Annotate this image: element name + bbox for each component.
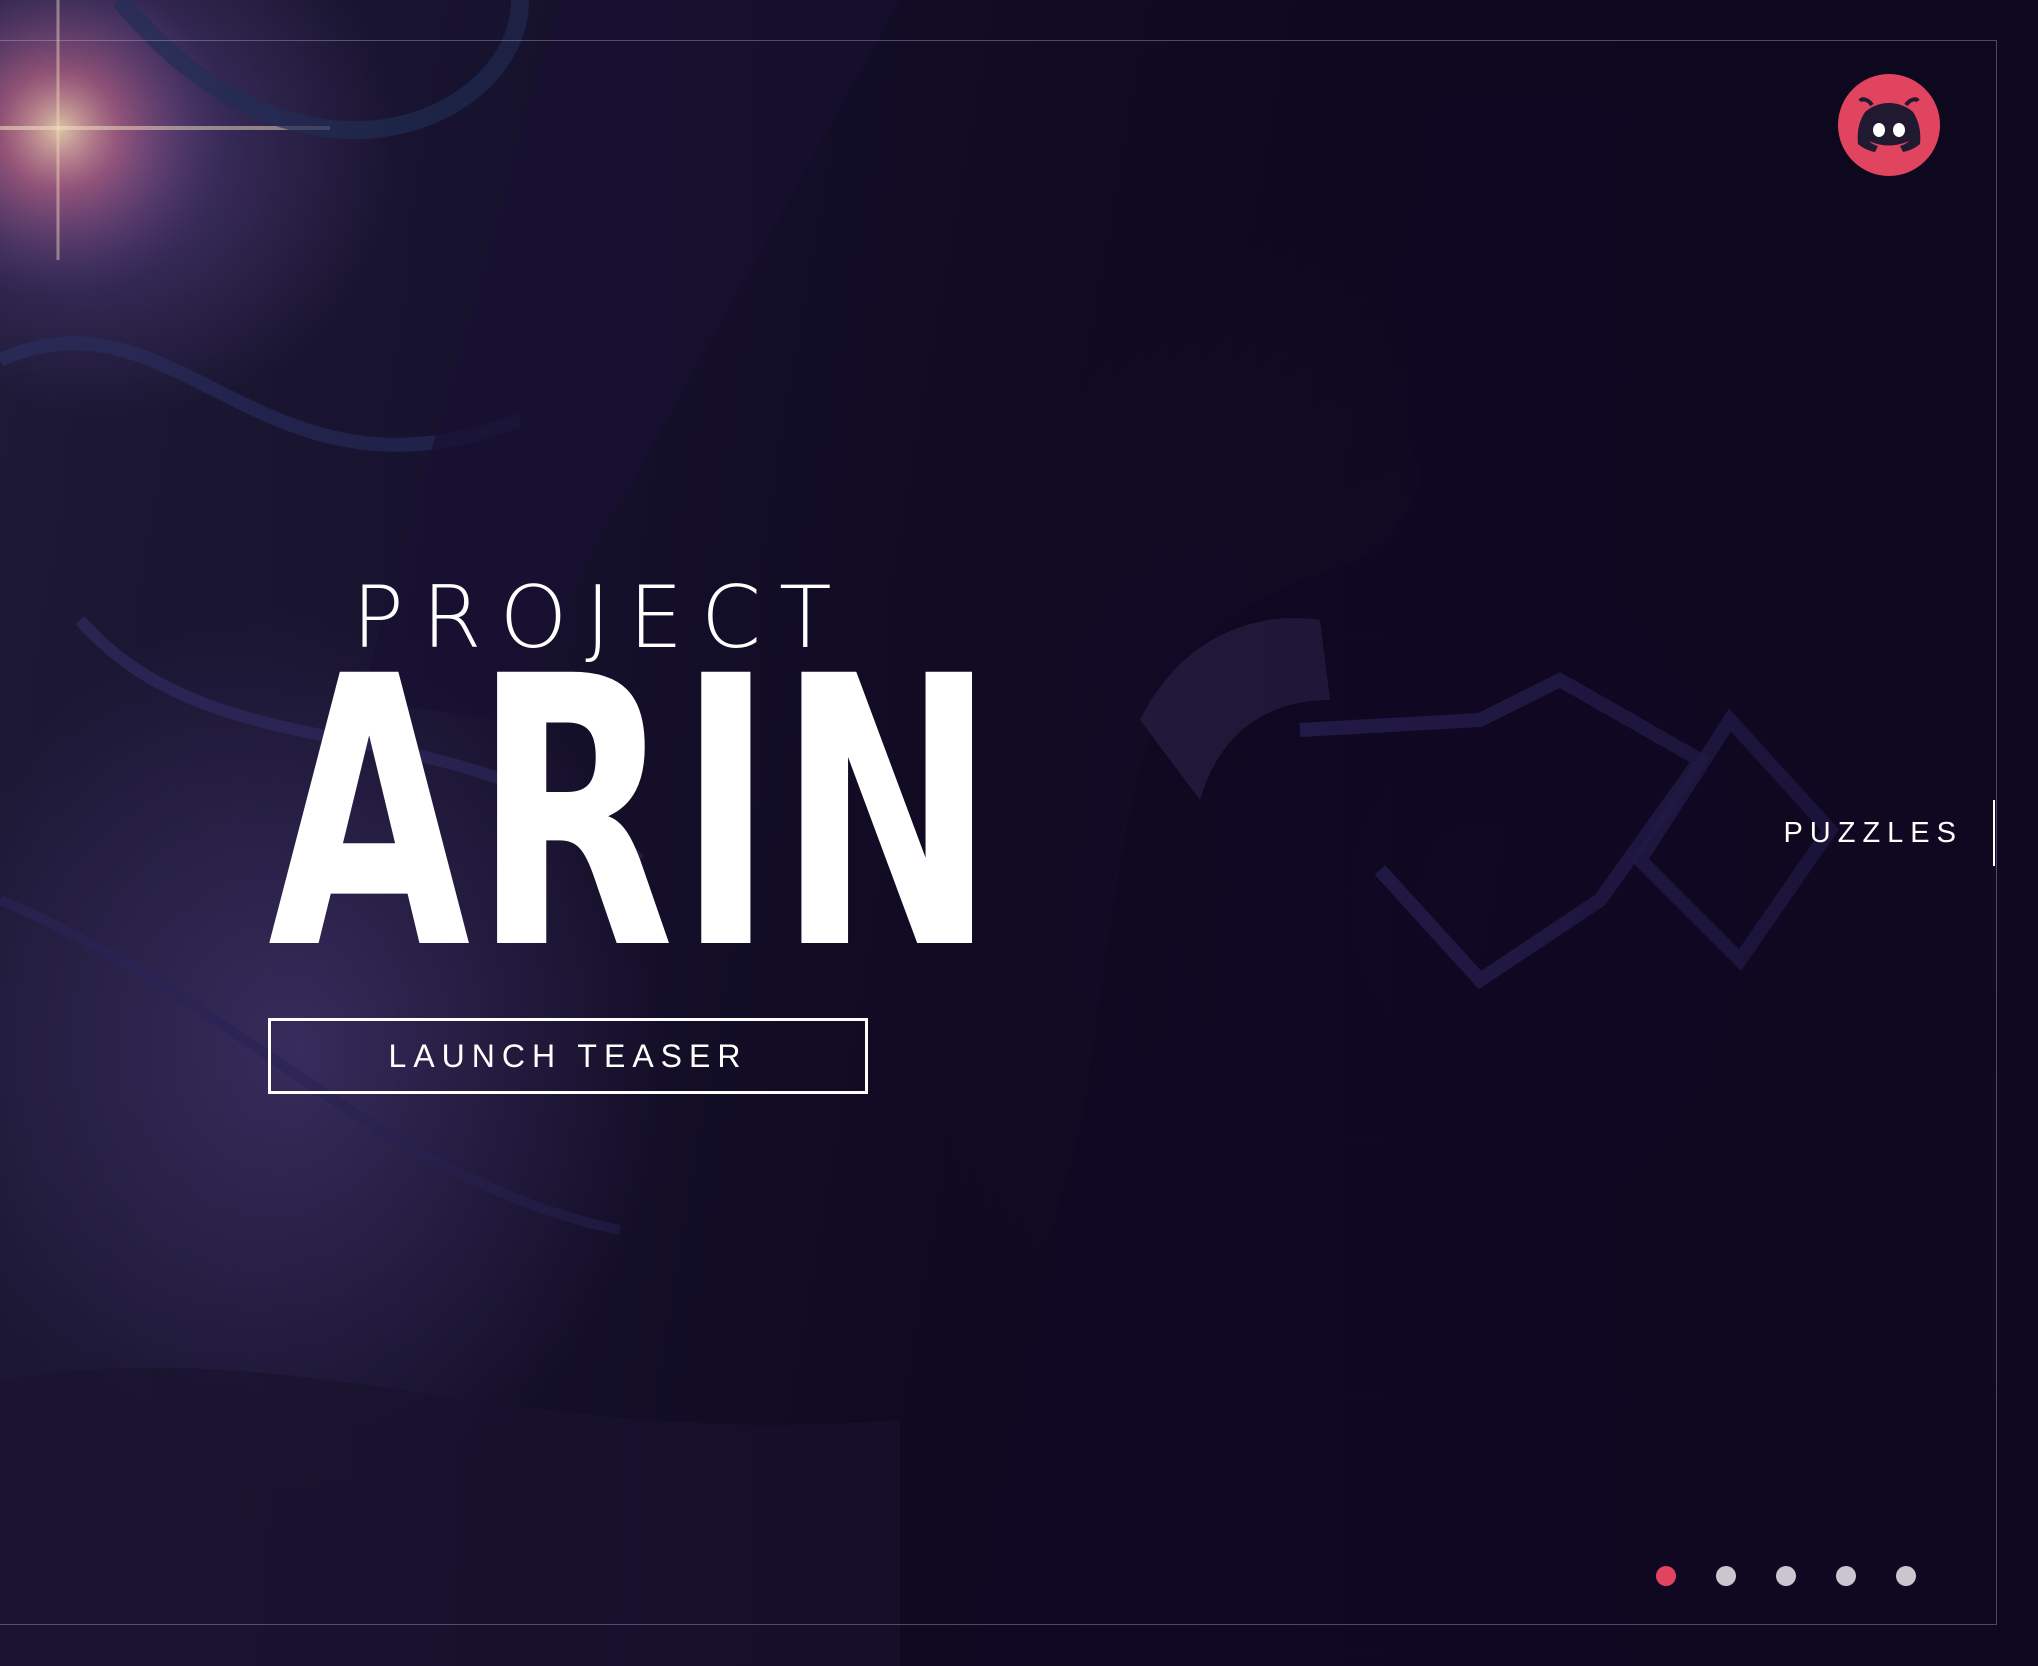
nav-indicator-bar [1993, 800, 1995, 866]
pagination-dot-4[interactable] [1836, 1566, 1856, 1586]
pagination-dot-3[interactable] [1776, 1566, 1796, 1586]
hero-section: PROJECT ARIN LAUNCH TEASER PUZZLES [0, 0, 2038, 1666]
slide-pagination [1656, 1566, 1916, 1586]
discord-button[interactable] [1838, 74, 1940, 176]
launch-teaser-button[interactable]: LAUNCH TEASER [268, 1018, 868, 1094]
pagination-dot-5[interactable] [1896, 1566, 1916, 1586]
nav-puzzles-link[interactable]: PUZZLES [1783, 817, 1963, 850]
pagination-dot-2[interactable] [1716, 1566, 1736, 1586]
pagination-dot-1[interactable] [1656, 1566, 1676, 1586]
side-nav: PUZZLES [1783, 800, 1995, 866]
discord-icon [1857, 97, 1921, 152]
title-arin: ARIN [268, 598, 1000, 1031]
